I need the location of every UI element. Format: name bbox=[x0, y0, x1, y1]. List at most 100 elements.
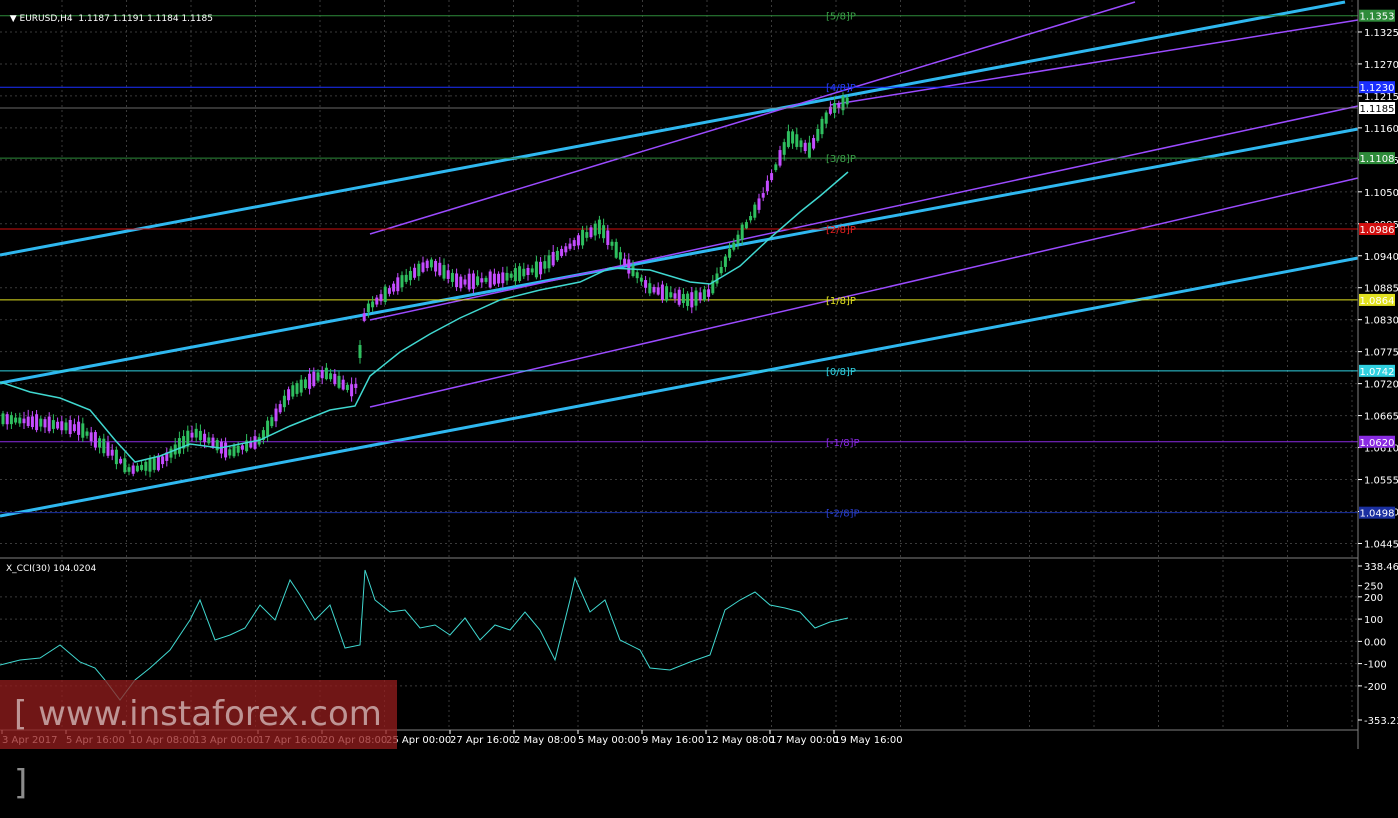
collapse-triangle-icon[interactable]: ▼ bbox=[10, 14, 20, 24]
level-label: [0/8]P bbox=[826, 367, 856, 378]
candle-body bbox=[156, 455, 160, 471]
svg-text:1.1185: 1.1185 bbox=[1360, 104, 1395, 115]
candle-body bbox=[312, 371, 316, 387]
candle-body bbox=[232, 445, 236, 457]
candle-body bbox=[215, 440, 219, 451]
candle-body bbox=[123, 458, 127, 473]
candle-body bbox=[169, 448, 173, 458]
candle-body bbox=[358, 344, 362, 359]
candle-body bbox=[610, 241, 614, 246]
candle-body bbox=[690, 292, 694, 308]
symbol-header: ▼ EURUSD,H4 1.1187 1.1191 1.1184 1.1185 bbox=[4, 4, 213, 24]
candle-body bbox=[379, 294, 383, 302]
candle-body bbox=[89, 432, 93, 442]
candle-body bbox=[455, 273, 459, 288]
price-tick-label: 1.1050 bbox=[1364, 188, 1398, 199]
candle-body bbox=[728, 248, 732, 258]
cci-tick-label: 200 bbox=[1364, 593, 1383, 604]
candle-body bbox=[316, 372, 320, 381]
candle-body bbox=[736, 234, 740, 244]
candle-body bbox=[194, 428, 198, 438]
candle-body bbox=[795, 134, 799, 147]
level-price-text: 1.1230 bbox=[1360, 83, 1395, 94]
candle-body bbox=[732, 242, 736, 250]
candle-body bbox=[698, 292, 702, 301]
candle-body bbox=[757, 198, 761, 210]
candle-body bbox=[816, 128, 820, 141]
candle-body bbox=[35, 414, 39, 431]
candle-body bbox=[740, 224, 744, 240]
candle-body bbox=[614, 241, 618, 258]
candle-body bbox=[576, 235, 580, 246]
candle-body bbox=[77, 421, 81, 435]
candle-body bbox=[434, 260, 438, 272]
candle-body bbox=[644, 280, 648, 288]
candle-body bbox=[81, 423, 85, 438]
candle-body bbox=[324, 367, 328, 380]
candle-body bbox=[119, 458, 123, 464]
candle-body bbox=[459, 276, 463, 289]
candle-body bbox=[442, 265, 446, 279]
candle-body bbox=[106, 442, 110, 456]
candle-body bbox=[30, 416, 34, 428]
candle-body bbox=[564, 246, 568, 253]
candle-body bbox=[18, 417, 22, 424]
time-tick-label: 17 May 00:00 bbox=[770, 735, 839, 746]
candle-body bbox=[438, 262, 442, 276]
candle-body bbox=[64, 422, 68, 431]
candle-body bbox=[337, 375, 341, 388]
candle-body bbox=[543, 261, 547, 269]
candle-body bbox=[236, 445, 240, 453]
level-label: [2/8]P bbox=[826, 225, 856, 236]
candle-body bbox=[639, 277, 643, 282]
candle-body bbox=[681, 294, 685, 304]
candle-body bbox=[765, 180, 769, 192]
level-price-text: 1.0742 bbox=[1360, 367, 1395, 378]
candle-body bbox=[786, 131, 790, 147]
candle-body bbox=[270, 417, 274, 427]
candle-body bbox=[345, 384, 349, 391]
candle-body bbox=[131, 465, 135, 474]
candle-body bbox=[845, 97, 849, 105]
candle-body bbox=[362, 313, 366, 321]
chart-canvas[interactable]: [5/8]P [4/8]P [3/8]P [2/8]P [1/8]P [0/8]P [-1/… bbox=[0, 0, 1398, 749]
candle-body bbox=[526, 268, 530, 275]
candle-body bbox=[749, 216, 753, 221]
candle-body bbox=[47, 416, 51, 432]
candle-body bbox=[350, 384, 354, 397]
candle-body bbox=[51, 420, 55, 429]
candle-body bbox=[320, 369, 324, 379]
candle-body bbox=[287, 389, 291, 401]
candle-body bbox=[492, 273, 496, 285]
candle-body bbox=[375, 297, 379, 305]
candle-body bbox=[148, 458, 152, 472]
candle-body bbox=[648, 283, 652, 294]
time-tick-label: 19 May 16:00 bbox=[834, 735, 903, 746]
candle-body bbox=[408, 270, 412, 281]
cci-tick-label: -353.231 bbox=[1364, 716, 1398, 727]
candle-body bbox=[665, 286, 669, 301]
candle-body bbox=[413, 267, 417, 278]
candle-body bbox=[253, 436, 257, 449]
candle-body bbox=[476, 276, 480, 286]
level-price-text: 1.0864 bbox=[1360, 296, 1395, 307]
candle-body bbox=[623, 258, 627, 266]
candle-body bbox=[392, 283, 396, 292]
candle-body bbox=[228, 449, 232, 456]
cci-tick-label: 338.4682 bbox=[1364, 562, 1398, 573]
candle-body bbox=[480, 278, 484, 283]
candle-body bbox=[446, 270, 450, 279]
candle-body bbox=[761, 193, 765, 198]
candle-body bbox=[127, 467, 131, 472]
candle-body bbox=[534, 261, 538, 278]
candle-body bbox=[140, 464, 144, 470]
candle-body bbox=[656, 287, 660, 295]
indicator-label: X_CCI(30) 104.0204 bbox=[6, 564, 97, 574]
candle-body bbox=[39, 418, 43, 427]
candle-body bbox=[198, 430, 202, 441]
candle-body bbox=[329, 373, 333, 380]
time-tick-label: 27 Apr 16:00 bbox=[450, 735, 515, 746]
level-price-text: 1.1108 bbox=[1360, 154, 1395, 165]
price-tick-label: 1.1160 bbox=[1364, 124, 1398, 135]
candle-body bbox=[744, 222, 748, 229]
